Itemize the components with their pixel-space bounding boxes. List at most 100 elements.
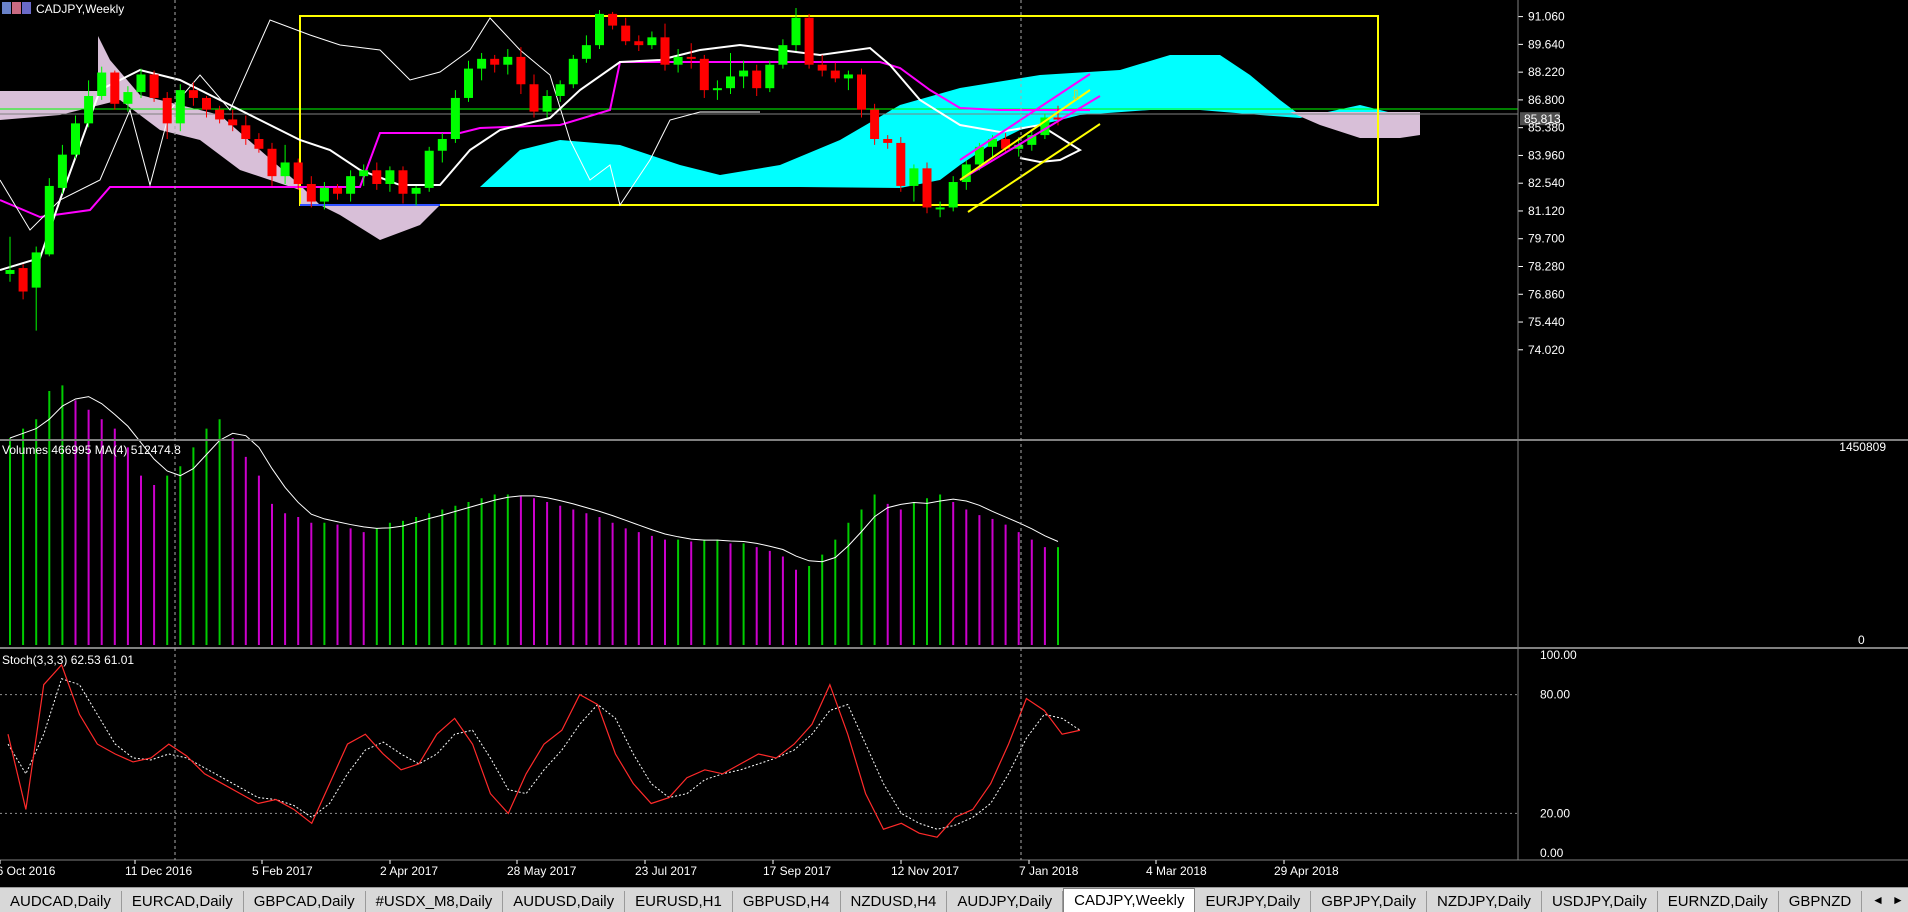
volume-max-label: 1450809 xyxy=(1839,440,1886,454)
price-panel[interactable]: ⇩ 91.06089.64088.22086.80085.81385.38083… xyxy=(0,8,1565,357)
price-tick: 76.860 xyxy=(1528,287,1565,301)
candle-body xyxy=(529,84,539,112)
candle xyxy=(726,52,735,95)
tab-audcad-daily[interactable]: AUDCAD,Daily xyxy=(0,891,122,912)
candle-body xyxy=(647,37,657,46)
candle xyxy=(44,178,54,257)
candle-body xyxy=(31,252,41,288)
time-tick-label: 16 Oct 2016 xyxy=(0,864,56,878)
candle-body xyxy=(280,162,290,177)
candle-body xyxy=(883,139,893,143)
candle xyxy=(830,62,840,83)
candle xyxy=(31,246,41,331)
candle xyxy=(398,166,408,204)
price-tick: 81.120 xyxy=(1528,204,1565,218)
candle-body xyxy=(870,109,880,140)
tab-nzdusd-h4[interactable]: NZDUSD,H4 xyxy=(840,891,948,912)
chart-canvas[interactable]: ⇩ 91.06089.64088.22086.80085.81385.38083… xyxy=(0,0,1908,887)
candle xyxy=(372,162,382,190)
chart-title-bar: CADJPY,Weekly xyxy=(2,2,124,16)
candle-body xyxy=(765,64,775,89)
tab-cadjpy-weekly[interactable]: CADJPY,Weekly xyxy=(1063,888,1196,912)
candle-body xyxy=(909,168,919,186)
candle-body xyxy=(581,45,591,59)
price-tick: 75.440 xyxy=(1528,315,1565,329)
candle-body xyxy=(726,76,735,89)
candle-body xyxy=(791,17,801,46)
candle-body xyxy=(450,97,460,140)
candle-body xyxy=(398,170,408,194)
time-tick-label: 11 Dec 2016 xyxy=(125,864,192,878)
candle-body xyxy=(346,176,356,194)
tab-gbpnzd[interactable]: GBPNZD xyxy=(1778,891,1863,912)
candle-body xyxy=(293,162,303,184)
price-tick: 89.640 xyxy=(1528,37,1565,51)
tab-audjpy-daily[interactable]: AUDJPY,Daily xyxy=(947,891,1064,912)
tab-gbpusd-h4[interactable]: GBPUSD,H4 xyxy=(732,891,841,912)
price-tick: 88.220 xyxy=(1528,65,1565,79)
tab-eurusd-h1[interactable]: EURUSD,H1 xyxy=(625,891,733,912)
candle-body xyxy=(71,123,80,155)
candle-body xyxy=(424,150,434,188)
price-tick: 91.060 xyxy=(1528,10,1565,24)
time-axis: 16 Oct 2016 11 Dec 2016 5 Feb 2017 2 Apr 20… xyxy=(0,860,1339,878)
candle xyxy=(346,170,356,202)
tab-usdx-m8-daily[interactable]: #USDX_M8,Daily xyxy=(365,891,504,912)
candle-body xyxy=(673,56,683,65)
candle xyxy=(791,8,801,52)
candle xyxy=(5,236,15,282)
stochastic-panel[interactable]: 100.00 80.00 20.00 0.00 Stoch(3,3,3) 62.53 … xyxy=(0,648,1577,860)
candle-body xyxy=(516,56,526,85)
tab-nzdjpy-daily[interactable]: NZDJPY,Daily xyxy=(1427,891,1542,912)
candle xyxy=(595,9,604,50)
candle-body xyxy=(84,95,94,124)
tab-scroll-right-icon[interactable]: ► xyxy=(1892,893,1904,907)
candle xyxy=(542,90,552,118)
tab-gbpjpy-daily[interactable]: GBPJPY,Daily xyxy=(1311,891,1428,912)
stoch-level-label: 80.00 xyxy=(1540,688,1570,702)
candle xyxy=(804,13,814,69)
candle xyxy=(581,35,591,63)
candle xyxy=(149,70,159,102)
stoch-level-label: 20.00 xyxy=(1540,806,1570,820)
candle-body xyxy=(136,74,146,93)
candle xyxy=(110,70,120,110)
price-tick: 74.020 xyxy=(1528,343,1565,357)
candle-body xyxy=(372,170,382,184)
candle xyxy=(424,146,434,192)
chart-window-icon xyxy=(2,2,11,14)
time-tick-label: 29 Apr 2018 xyxy=(1274,864,1339,878)
price-tick: 79.700 xyxy=(1528,232,1565,246)
tab-scroll-left-icon[interactable]: ◄ xyxy=(1872,893,1884,907)
tab-usdjpy-daily[interactable]: USDJPY,Daily xyxy=(1541,891,1658,912)
time-tick-label: 17 Sep 2017 xyxy=(763,864,831,878)
time-tick-label: 7 Jan 2018 xyxy=(1019,864,1079,878)
symbol-flag-icon xyxy=(12,2,21,14)
tab-audusd-daily[interactable]: AUDUSD,Daily xyxy=(503,891,626,912)
chart-tab-bar: AUDCAD,Daily EURCAD,Daily GBPCAD,Daily #USD… xyxy=(0,887,1908,912)
candle xyxy=(752,64,762,96)
candle-body xyxy=(385,170,395,184)
tab-eurcad-daily[interactable]: EURCAD,Daily xyxy=(121,891,244,912)
volume-bars xyxy=(9,385,1059,645)
candle-body xyxy=(359,170,369,177)
candle-body xyxy=(608,13,618,26)
candle xyxy=(739,60,749,89)
candle-body xyxy=(477,58,487,69)
candle-body xyxy=(634,41,644,46)
stoch-level-label: 0.00 xyxy=(1540,846,1564,860)
tab-eurnzd-daily[interactable]: EURNZD,Daily xyxy=(1657,891,1779,912)
candle xyxy=(765,60,775,93)
candle-body xyxy=(333,187,342,194)
candle-body xyxy=(490,58,500,65)
candle xyxy=(477,52,487,81)
candle-body xyxy=(437,139,447,151)
tab-gbpcad-daily[interactable]: GBPCAD,Daily xyxy=(243,891,366,912)
candle-body xyxy=(306,183,316,202)
candle-body xyxy=(18,268,28,292)
candle-body xyxy=(686,56,696,59)
tab-eurjpy-daily[interactable]: EURJPY,Daily xyxy=(1195,891,1312,912)
volume-panel[interactable]: Volumes 466995 MA(4) 512474.8 1450809 0 xyxy=(2,385,1886,647)
candle xyxy=(922,162,932,214)
candle xyxy=(437,133,447,163)
